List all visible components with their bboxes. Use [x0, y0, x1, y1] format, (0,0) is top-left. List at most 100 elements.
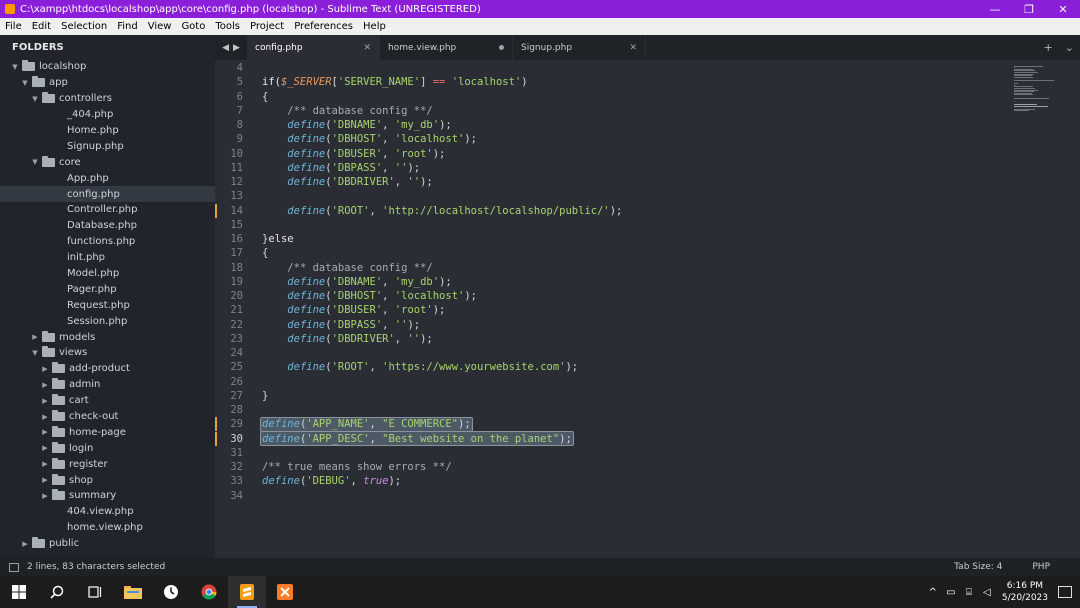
- tree-file[interactable]: functions.php: [0, 234, 215, 250]
- menu-view[interactable]: View: [143, 21, 177, 32]
- code-line[interactable]: define('DBDRIVER', '');: [262, 332, 432, 346]
- tree-folder[interactable]: ▶ add-product: [0, 361, 215, 377]
- disclosure-closed-icon[interactable]: ▶: [20, 540, 30, 548]
- tab-list-icon[interactable]: ⌄: [1065, 41, 1074, 54]
- tree-file[interactable]: Signup.php: [0, 138, 215, 154]
- disclosure-closed-icon[interactable]: ▶: [40, 460, 50, 468]
- code-line[interactable]: define('DBNAME', 'my_db');: [262, 275, 451, 289]
- disclosure-closed-icon[interactable]: ▶: [40, 365, 50, 373]
- tab-config-php[interactable]: config.php ✕: [247, 35, 380, 60]
- disclosure-closed-icon[interactable]: ▶: [40, 413, 50, 421]
- code-line[interactable]: /** database config **/: [262, 261, 432, 275]
- menu-help[interactable]: Help: [358, 21, 391, 32]
- tree-file[interactable]: Home.php: [0, 123, 215, 139]
- code-line[interactable]: }: [262, 389, 268, 403]
- disclosure-closed-icon[interactable]: ▶: [40, 492, 50, 500]
- tree-folder[interactable]: ▶ check-out: [0, 409, 215, 425]
- tree-folder[interactable]: ▶ summary: [0, 488, 215, 504]
- code-line[interactable]: {: [262, 90, 268, 104]
- tree-file[interactable]: Controller.php: [0, 202, 215, 218]
- sidebar-toggle-icon[interactable]: [9, 562, 19, 572]
- unsaved-dot-icon[interactable]: [499, 45, 504, 50]
- disclosure-closed-icon[interactable]: ▶: [40, 444, 50, 452]
- tree-folder[interactable]: ▶ public: [0, 536, 215, 552]
- code-line[interactable]: define('ROOT', 'https://www.yourwebsite.…: [262, 360, 578, 374]
- code-line[interactable]: if($_SERVER['SERVER_NAME'] == 'localhost…: [262, 75, 528, 89]
- tab-size-indicator[interactable]: Tab Size: 4: [954, 562, 1002, 572]
- menu-preferences[interactable]: Preferences: [289, 21, 358, 32]
- tray-chevron-icon[interactable]: ^: [926, 587, 940, 598]
- notifications-icon[interactable]: [1058, 586, 1072, 598]
- disclosure-open-icon[interactable]: ▼: [30, 158, 40, 166]
- tree-file[interactable]: Session.php: [0, 313, 215, 329]
- tab-close-icon[interactable]: ✕: [629, 43, 637, 53]
- menu-file[interactable]: File: [0, 21, 27, 32]
- tree-file[interactable]: Request.php: [0, 297, 215, 313]
- code-editor[interactable]: 4 5 6 7 8 9 10 11 12 13 14 15 16 17 18 19 20 21 22 23 24 25 26…: [215, 60, 1080, 558]
- disclosure-closed-icon[interactable]: ▶: [40, 476, 50, 484]
- disclosure-closed-icon[interactable]: ▶: [40, 428, 50, 436]
- tree-file[interactable]: init.php: [0, 250, 215, 266]
- battery-icon[interactable]: ▭: [944, 587, 958, 598]
- menu-goto[interactable]: Goto: [176, 21, 210, 32]
- chrome-button[interactable]: [190, 576, 228, 608]
- tree-file[interactable]: Database.php: [0, 218, 215, 234]
- tab-signup-php[interactable]: Signup.php ✕: [513, 35, 646, 60]
- tree-file[interactable]: 404.view.php: [0, 504, 215, 520]
- volume-icon[interactable]: ◁: [980, 587, 994, 598]
- disclosure-open-icon[interactable]: ▼: [30, 349, 40, 357]
- tree-folder[interactable]: ▼ controllers: [0, 91, 215, 107]
- code-line[interactable]: define('DBPASS', '');: [262, 161, 420, 175]
- code-line[interactable]: /** database config **/: [262, 104, 432, 118]
- code-line[interactable]: define('DBDRIVER', '');: [262, 175, 432, 189]
- tree-folder[interactable]: ▼ app: [0, 75, 215, 91]
- menu-edit[interactable]: Edit: [27, 21, 56, 32]
- disclosure-open-icon[interactable]: ▼: [20, 79, 30, 87]
- menu-tools[interactable]: Tools: [210, 21, 245, 32]
- disclosure-closed-icon[interactable]: ▶: [40, 381, 50, 389]
- code-line[interactable]: define('DBHOST', 'localhost');: [262, 132, 477, 146]
- maximize-button[interactable]: ❐: [1012, 0, 1046, 18]
- tree-folder[interactable]: ▶ admin: [0, 377, 215, 393]
- tab-nav[interactable]: ◀ ▶: [215, 35, 247, 60]
- tab-close-icon[interactable]: ✕: [363, 43, 371, 53]
- disclosure-open-icon[interactable]: ▼: [30, 95, 40, 103]
- start-button[interactable]: [0, 576, 38, 608]
- search-button[interactable]: [38, 576, 76, 608]
- tree-folder[interactable]: ▶ models: [0, 329, 215, 345]
- disclosure-closed-icon[interactable]: ▶: [30, 333, 40, 341]
- sublime-text-button[interactable]: [228, 576, 266, 608]
- code-line[interactable]: define('DBUSER', 'root');: [262, 147, 445, 161]
- tree-folder[interactable]: ▶ cart: [0, 393, 215, 409]
- tree-file[interactable]: Pager.php: [0, 281, 215, 297]
- menu-find[interactable]: Find: [112, 21, 143, 32]
- minimize-button[interactable]: —: [978, 0, 1012, 18]
- menu-selection[interactable]: Selection: [56, 21, 112, 32]
- task-view-button[interactable]: [76, 576, 114, 608]
- network-icon[interactable]: ⌸: [962, 587, 976, 598]
- tree-folder[interactable]: ▶ register: [0, 456, 215, 472]
- code-line[interactable]: define('DBNAME', 'my_db');: [262, 118, 451, 132]
- xampp-button[interactable]: [266, 576, 304, 608]
- code-line[interactable]: define('DBHOST', 'localhost');: [262, 289, 477, 303]
- tab-home-view-php[interactable]: home.view.php: [380, 35, 513, 60]
- code-line[interactable]: {: [262, 246, 268, 260]
- code-line[interactable]: define('ROOT', 'http://localhost/localsh…: [262, 204, 622, 218]
- tree-folder[interactable]: ▶ shop: [0, 472, 215, 488]
- code-line[interactable]: define('APP_DESC', "Best website on the …: [262, 432, 572, 446]
- code-line[interactable]: define('DBPASS', '');: [262, 318, 420, 332]
- tree-folder[interactable]: ▶ login: [0, 440, 215, 456]
- tab-prev-icon[interactable]: ◀: [222, 43, 229, 53]
- tree-file[interactable]: config.php: [0, 186, 215, 203]
- tree-file[interactable]: home.view.php: [0, 520, 215, 536]
- tab-next-icon[interactable]: ▶: [233, 43, 240, 53]
- code-line[interactable]: define('APP_NAME', "E COMMERCE");: [262, 417, 471, 431]
- disclosure-open-icon[interactable]: ▼: [10, 63, 20, 71]
- tree-file[interactable]: App.php: [0, 170, 215, 186]
- disclosure-closed-icon[interactable]: ▶: [40, 397, 50, 405]
- code-line[interactable]: define('DBUSER', 'root');: [262, 303, 445, 317]
- new-tab-icon[interactable]: +: [1044, 41, 1053, 54]
- tree-file[interactable]: Model.php: [0, 266, 215, 282]
- minimap[interactable]: [1012, 60, 1060, 120]
- code-line[interactable]: /** true means show errors **/: [262, 460, 452, 474]
